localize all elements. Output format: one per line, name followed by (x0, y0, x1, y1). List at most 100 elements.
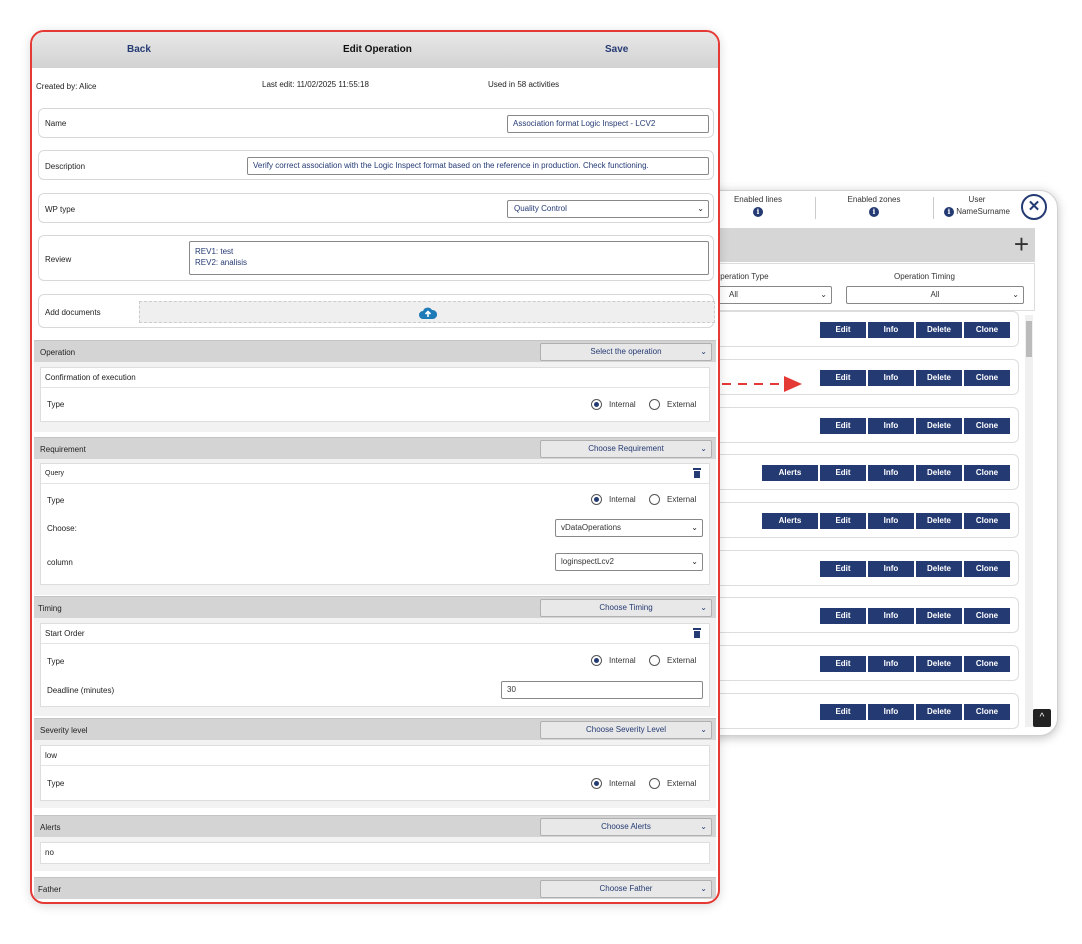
wp-type-select[interactable]: Quality Control ⌄ (507, 200, 709, 218)
delete-button[interactable]: Delete (916, 656, 962, 672)
edit-button[interactable]: Edit (820, 465, 866, 481)
clone-button[interactable]: Clone (964, 656, 1010, 672)
name-input[interactable]: Association format Logic Inspect - LCV2 (507, 115, 709, 133)
severity-label: Severity level (40, 726, 88, 735)
edit-button[interactable]: Edit (820, 561, 866, 577)
external-radio[interactable] (649, 655, 660, 666)
clone-button[interactable]: Clone (964, 322, 1010, 338)
review-line: REV1: test (195, 247, 234, 256)
clone-button[interactable]: Clone (964, 465, 1010, 481)
column-select[interactable]: loginspectLcv2 ⌄ (555, 553, 703, 571)
father-select[interactable]: Choose Father ⌄ (540, 880, 712, 898)
info-button[interactable]: Info (868, 322, 914, 338)
operation-select[interactable]: Select the operation ⌄ (540, 343, 712, 361)
plus-icon[interactable]: + (1014, 228, 1029, 260)
deadline-input[interactable]: 30 (501, 681, 703, 699)
severity-select[interactable]: Choose Severity Level ⌄ (540, 721, 712, 739)
trash-icon[interactable] (693, 468, 701, 478)
timing-item: Start Order (41, 624, 709, 644)
dashed-arrow-icon (722, 376, 802, 392)
clone-button[interactable]: Clone (964, 608, 1010, 624)
operation-timing-value: All (930, 290, 940, 299)
external-radio[interactable] (649, 399, 660, 410)
scroll-thumb[interactable] (1026, 321, 1032, 357)
delete-button[interactable]: Delete (916, 704, 962, 720)
info-button[interactable]: Info (868, 704, 914, 720)
internal-radio[interactable] (591, 655, 602, 666)
edit-header: Back Edit Operation Save (32, 32, 718, 68)
timing-type-radio: Internal External (591, 655, 711, 667)
info-button[interactable]: Info (868, 656, 914, 672)
info-button[interactable]: Info (868, 418, 914, 434)
operation-timing-select[interactable]: All ⌄ (846, 286, 1024, 304)
info-icon[interactable]: i (869, 207, 879, 217)
internal-radio[interactable] (591, 494, 602, 505)
operation-type-label: Operation Type (714, 272, 769, 281)
edit-button[interactable]: Edit (820, 608, 866, 624)
internal-radio[interactable] (591, 399, 602, 410)
requirement-section-header: Requirement Choose Requirement ⌄ (34, 437, 716, 459)
upload-dropzone[interactable] (139, 301, 715, 323)
clone-button[interactable]: Clone (964, 513, 1010, 529)
alerts-button[interactable]: Alerts (762, 513, 818, 529)
info-icon[interactable]: i (753, 207, 763, 217)
clone-button[interactable]: Clone (964, 561, 1010, 577)
choose-select[interactable]: vDataOperations ⌄ (555, 519, 703, 537)
name-label: Name (45, 119, 67, 128)
internal-radio[interactable] (591, 778, 602, 789)
delete-button[interactable]: Delete (916, 513, 962, 529)
edit-button[interactable]: Edit (820, 322, 866, 338)
info-button[interactable]: Info (868, 513, 914, 529)
alerts-select[interactable]: Choose Alerts ⌄ (540, 818, 712, 836)
info-button[interactable]: Info (868, 561, 914, 577)
list-item: Edit Info Delete Clone (713, 597, 1019, 633)
save-button[interactable]: Save (605, 44, 628, 55)
requirement-select[interactable]: Choose Requirement ⌄ (540, 440, 712, 458)
back-button[interactable]: Back (127, 44, 151, 55)
delete-button[interactable]: Delete (916, 418, 962, 434)
scroll-top-icon[interactable]: ^ (1033, 709, 1051, 727)
operation-timing-label: Operation Timing (894, 272, 955, 281)
delete-button[interactable]: Delete (916, 322, 962, 338)
alerts-button[interactable]: Alerts (762, 465, 818, 481)
edit-button[interactable]: Edit (820, 704, 866, 720)
wp-type-card: WP type Quality Control ⌄ (38, 193, 714, 223)
delete-button[interactable]: Delete (916, 465, 962, 481)
trash-icon[interactable] (693, 628, 701, 638)
user-label: User (968, 195, 986, 204)
info-button[interactable]: Info (868, 608, 914, 624)
review-textarea[interactable]: REV1: test REV2: analisis (189, 241, 709, 275)
operation-item: Confirmation of execution (41, 368, 709, 388)
review-line: REV2: analisis (195, 258, 248, 267)
external-label: External (667, 779, 697, 788)
cloud-upload-icon[interactable] (419, 306, 437, 320)
edit-button[interactable]: Edit (820, 656, 866, 672)
clone-button[interactable]: Clone (964, 418, 1010, 434)
edit-button[interactable]: Edit (820, 418, 866, 434)
choose-value: vDataOperations (561, 523, 622, 532)
edit-button[interactable]: Edit (820, 370, 866, 386)
clone-button[interactable]: Clone (964, 704, 1010, 720)
user-info-icon[interactable]: i (943, 207, 954, 217)
alerts-item: no (45, 848, 54, 857)
clone-button[interactable]: Clone (964, 370, 1010, 386)
list-item: Alerts Edit Info Delete Clone (713, 454, 1019, 490)
delete-button[interactable]: Delete (916, 561, 962, 577)
list-item: Edit Info Delete Clone (713, 550, 1019, 586)
timing-select[interactable]: Choose Timing ⌄ (540, 599, 712, 617)
close-icon[interactable]: ✕ (1021, 194, 1047, 220)
list-item: Edit Info Delete Clone (713, 311, 1019, 347)
delete-button[interactable]: Delete (916, 608, 962, 624)
requirement-item-box: Query Type Internal External Choose: vDa… (40, 463, 710, 585)
info-button[interactable]: Info (868, 465, 914, 481)
description-input[interactable]: Verify correct association with the Logi… (247, 157, 709, 175)
external-radio[interactable] (649, 494, 660, 505)
chevron-down-icon: ⌄ (691, 557, 698, 566)
wp-type-value: Quality Control (514, 204, 567, 213)
edit-button[interactable]: Edit (820, 513, 866, 529)
operation-type-select[interactable]: All ⌄ (712, 286, 832, 304)
delete-button[interactable]: Delete (916, 370, 962, 386)
external-radio[interactable] (649, 778, 660, 789)
info-button[interactable]: Info (868, 370, 914, 386)
scrollbar[interactable] (1025, 315, 1033, 727)
